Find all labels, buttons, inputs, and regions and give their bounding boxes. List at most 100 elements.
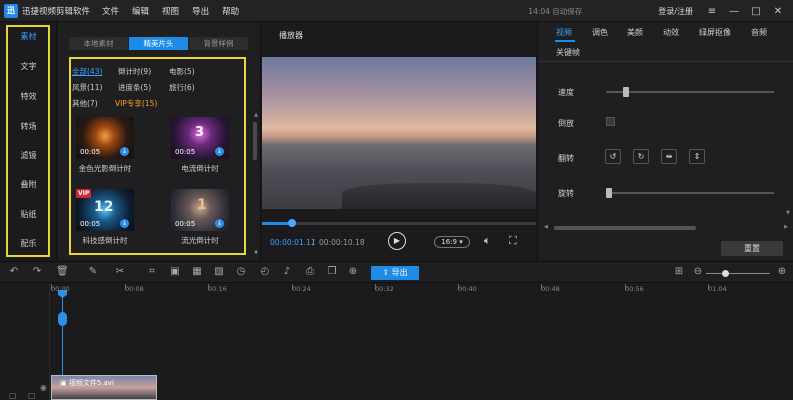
scroll-down-icon[interactable]: ▼ [786, 210, 790, 216]
tab-beauty[interactable]: 美颜 [627, 27, 643, 38]
template-card[interactable]: 00:05 ↓ 金色光影倒计时 [76, 117, 134, 174]
category-other[interactable]: 其他(7) [72, 98, 98, 109]
category-countdown[interactable]: 倒计时(9) [118, 66, 151, 77]
redo-icon[interactable]: ↷ [31, 266, 43, 278]
nav-item-filters[interactable]: 滤镜 [0, 150, 57, 161]
timeline-zoom-handle[interactable] [722, 270, 729, 277]
rotate-slider-handle[interactable] [606, 188, 612, 198]
fullscreen-icon[interactable]: ⛶ [509, 234, 517, 248]
nav-item-material[interactable]: 素材 [0, 31, 57, 42]
image-icon[interactable]: ▧ [213, 266, 225, 278]
playhead-handle[interactable] [58, 312, 67, 326]
video-clip[interactable]: ▣ 视频文件5.avi [51, 375, 157, 400]
rotate-right-icon[interactable]: ↻ [633, 149, 649, 164]
duration-icon[interactable]: ◷ [235, 266, 247, 278]
track-visibility-icon[interactable]: ▢ [28, 391, 36, 400]
maximize-icon[interactable]: □ [749, 6, 763, 17]
timeline-zoom-slider[interactable] [706, 273, 770, 274]
property-tabs: 视频 调色 美颜 动效 绿屏抠像 音频 关键帧 [538, 22, 793, 62]
tab-local-media[interactable]: 本地素材 [69, 37, 128, 50]
scroll-down-icon[interactable]: ▼ [254, 250, 258, 256]
menu-edit[interactable]: 编辑 [132, 5, 149, 17]
eye-icon[interactable]: ◉ [40, 383, 47, 392]
zoom-out-icon[interactable]: ⊖ [692, 266, 704, 278]
tab-audio[interactable]: 音频 [751, 27, 767, 38]
undo-icon[interactable]: ↶ [8, 266, 20, 278]
rotate-left-icon[interactable]: ↺ [605, 149, 621, 164]
tab-motion[interactable]: 动效 [663, 27, 679, 38]
download-icon[interactable]: ↓ [215, 147, 224, 156]
menu-view[interactable]: 视图 [162, 5, 179, 17]
progress-handle[interactable] [288, 219, 297, 227]
download-icon[interactable]: ↓ [215, 219, 224, 228]
hscroll-thumb[interactable] [554, 226, 696, 230]
timeline-ruler[interactable]: 00:00 00:08 00:16 00:24 00:32 00:40 00:4… [0, 284, 793, 296]
export-button[interactable]: ⇪ 导出 [371, 266, 419, 280]
flip-vertical-icon[interactable]: ⇕ [689, 149, 705, 164]
scroll-right-icon[interactable]: ▶ [784, 224, 788, 230]
media-scrollbar[interactable] [253, 122, 257, 160]
rotate-slider[interactable] [606, 188, 774, 198]
nav-item-overlay[interactable]: 叠附 [0, 179, 57, 190]
speed-slider-handle[interactable] [622, 87, 629, 97]
fit-timeline-icon[interactable]: ⊞ [673, 266, 685, 278]
tab-backgrounds[interactable]: 背景样例 [189, 37, 248, 50]
category-all[interactable]: 全部(43) [72, 66, 102, 77]
aspect-ratio-select[interactable]: 16:9 ▾ [434, 236, 470, 248]
category-travel[interactable]: 旅行(6) [169, 82, 195, 93]
timeline[interactable]: ◉ ▢ ▢ 00:00 00:08 00:16 00:24 00:32 00:4… [0, 284, 793, 400]
reverse-checkbox[interactable] [606, 117, 615, 126]
menu-help[interactable]: 帮助 [222, 5, 239, 17]
minimize-icon[interactable]: — [727, 6, 741, 17]
flip-horizontal-icon[interactable]: ⇹ [661, 149, 677, 164]
reset-button[interactable]: 重置 [721, 241, 783, 256]
category-movie[interactable]: 电影(5) [169, 66, 195, 77]
crop-icon[interactable]: ⌗ [146, 266, 158, 278]
nav-item-transitions[interactable]: 转场 [0, 121, 57, 132]
template-card[interactable]: 3 00:05 ↓ 电流倒计时 [171, 117, 229, 174]
speed-icon[interactable]: ◴ [259, 266, 271, 278]
edit-icon[interactable]: ✎ [87, 266, 99, 278]
template-card[interactable]: VIP 12 00:05 ↓ 科技感倒计时 [76, 189, 134, 246]
mosaic-icon[interactable]: ▣ [169, 266, 181, 278]
properties-hscrollbar[interactable]: ◀ ▶ [544, 224, 788, 231]
nav-item-music[interactable]: 配乐 [0, 238, 57, 249]
video-preview[interactable] [262, 57, 536, 209]
tab-keyframe[interactable]: 关键帧 [556, 47, 580, 58]
zoom-in-icon[interactable]: ⊕ [776, 266, 788, 278]
tab-intros[interactable]: 精美片头 [129, 37, 188, 50]
login-link[interactable]: 登录/注册 [658, 6, 693, 17]
download-icon[interactable]: ↓ [120, 219, 129, 228]
settings-menu-icon[interactable]: ≡ [705, 6, 719, 17]
nav-item-text[interactable]: 文字 [0, 61, 57, 72]
category-scenery[interactable]: 风景(11) [72, 82, 102, 93]
split-icon[interactable]: ✂ [114, 266, 126, 278]
nav-item-stickers[interactable]: 贴纸 [0, 209, 57, 220]
playhead-marker[interactable] [58, 290, 67, 298]
tab-video[interactable]: 视频 [556, 27, 572, 38]
copy-icon[interactable]: ❐ [326, 266, 338, 278]
category-progress[interactable]: 进度条(5) [118, 82, 151, 93]
menu-export[interactable]: 导出 [192, 5, 209, 17]
volume-icon[interactable]: 🔈︎ [484, 234, 491, 248]
tab-color[interactable]: 调色 [592, 27, 608, 38]
tab-green-screen[interactable]: 绿屏抠像 [699, 27, 731, 38]
aspect-ratio-value: 16:9 [441, 238, 457, 246]
audio-separate-icon[interactable]: ♪ [281, 266, 293, 278]
play-button[interactable]: ▶ [388, 232, 406, 250]
speed-slider[interactable] [606, 87, 774, 97]
category-vip[interactable]: VIP专享(15) [115, 98, 157, 109]
scroll-left-icon[interactable]: ◀ [544, 224, 548, 230]
playback-progress-bar[interactable] [262, 219, 536, 227]
scroll-up-icon[interactable]: ▲ [254, 112, 258, 118]
delete-icon[interactable]: 🗑︎ [56, 266, 69, 278]
record-icon[interactable]: ⎙ [304, 266, 316, 278]
nav-item-effects[interactable]: 特效 [0, 91, 57, 102]
freeze-frame-icon[interactable]: ▦ [191, 266, 203, 278]
menu-file[interactable]: 文件 [102, 5, 119, 17]
download-icon[interactable]: ↓ [120, 147, 129, 156]
track-lock-icon[interactable]: ▢ [9, 391, 17, 400]
zoom-clip-icon[interactable]: ⊕ [347, 266, 359, 278]
close-icon[interactable]: ✕ [771, 6, 785, 17]
template-card[interactable]: 1 00:05 ↓ 流光倒计时 [171, 189, 229, 246]
